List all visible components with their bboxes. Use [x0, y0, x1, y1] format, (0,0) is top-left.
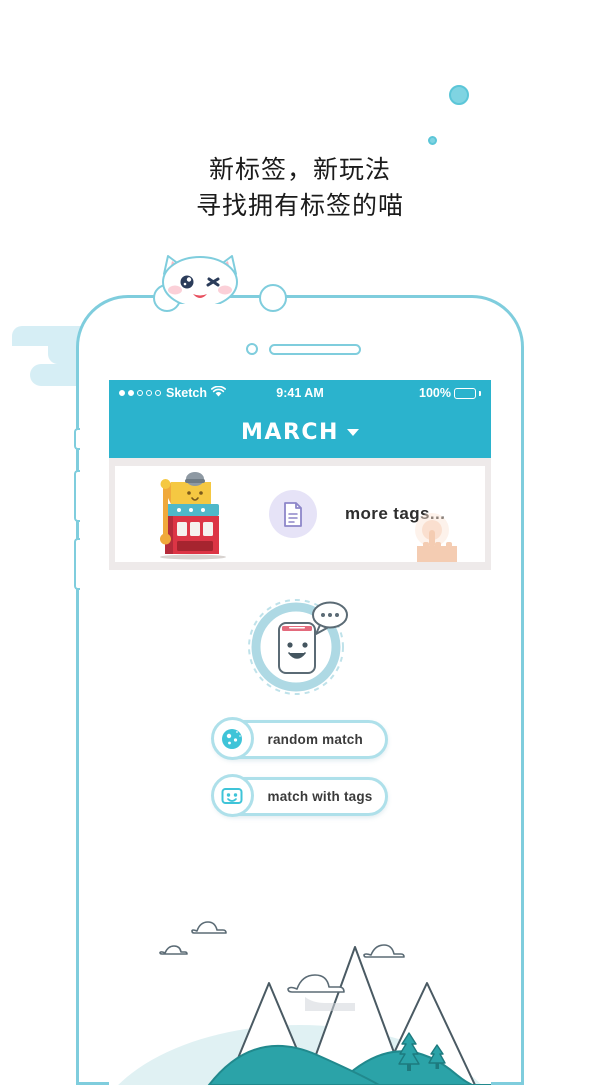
battery-tip-icon — [478, 390, 481, 396]
cat-mascot-icon — [148, 248, 252, 308]
banner-container: more tags... — [109, 458, 491, 570]
avatar[interactable] — [244, 593, 356, 697]
month-title[interactable]: MARCH — [241, 420, 339, 445]
dice-icon — [222, 728, 242, 749]
random-match-button[interactable]: random match — [210, 717, 388, 760]
phone-frame: Sketch 9:41 AM 100% MARCH more tags... r… — [74, 284, 524, 1085]
camera-icon — [246, 343, 258, 355]
speaker-icon — [269, 344, 361, 355]
carrier-label: Sketch — [166, 386, 207, 400]
app-header: MARCH — [109, 406, 491, 458]
battery-icon — [453, 387, 476, 399]
page-title: 新标签，新玩法 寻找拥有标签的喵 — [0, 152, 600, 224]
mountain-landscape — [118, 921, 491, 1085]
battery-percent-label: 100% — [419, 386, 451, 400]
status-bar: Sketch 9:41 AM 100% — [109, 380, 491, 406]
battery-indicator: 100% — [419, 386, 481, 400]
tag-face-icon-ring — [210, 774, 254, 817]
action-buttons: random match match with tags — [109, 717, 491, 817]
cloud-icon — [287, 974, 345, 993]
dice-icon-ring — [210, 717, 254, 760]
phone-screen: Sketch 9:41 AM 100% MARCH more tags... r… — [109, 380, 491, 1085]
volume-down-button[interactable] — [74, 538, 80, 590]
bubble-icon — [428, 136, 437, 145]
more-tags-banner[interactable]: more tags... — [115, 466, 485, 562]
headline-line-2: 寻找拥有标签的喵 — [195, 191, 404, 220]
vending-machine-icon — [160, 472, 226, 560]
headline-line-1: 新标签，新玩法 — [208, 155, 391, 184]
chevron-down-icon[interactable] — [346, 428, 359, 436]
pointing-hand-icon — [415, 513, 457, 562]
document-icon — [284, 501, 302, 527]
wifi-icon — [211, 385, 226, 401]
match-with-tags-label: match with tags — [267, 789, 373, 804]
tag-face-icon — [221, 787, 243, 804]
signal-strength-icon — [119, 390, 161, 396]
avatar-section — [109, 570, 491, 720]
bubble-icon — [449, 85, 469, 105]
random-match-label: random match — [267, 732, 363, 747]
document-icon-circle — [269, 490, 317, 538]
match-with-tags-button[interactable]: match with tags — [210, 774, 388, 817]
volume-up-button[interactable] — [74, 470, 80, 522]
cloud-icon — [159, 921, 405, 958]
silent-switch-button[interactable] — [74, 428, 80, 450]
